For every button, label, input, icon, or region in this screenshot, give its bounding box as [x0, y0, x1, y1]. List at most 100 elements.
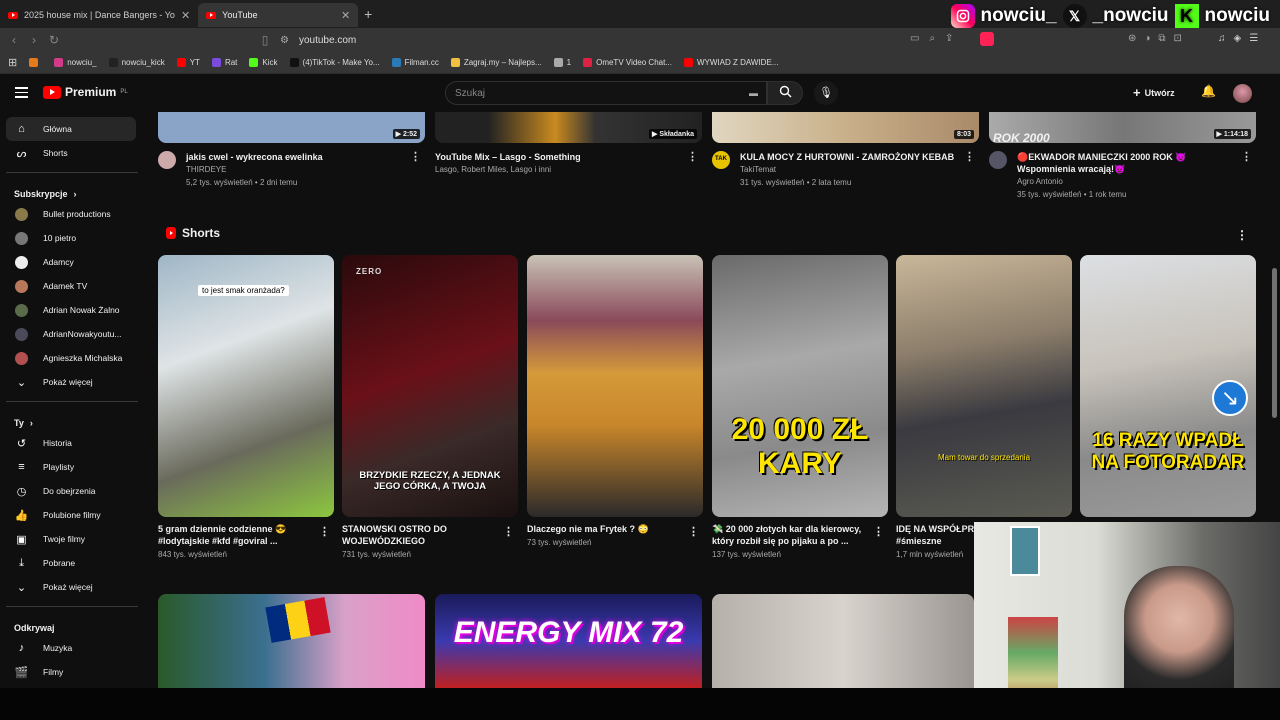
video-title[interactable]: YouTube Mix – Lasgo - Something: [435, 151, 581, 163]
toolbar-menu-icons[interactable]: ♫◈☰: [1218, 33, 1266, 44]
video-card[interactable]: ▶ Składanka YouTube Mix – Lasgo - Someth…: [435, 112, 702, 176]
search-button[interactable]: [767, 81, 803, 105]
bookmark-11[interactable]: WYWIAD Z DAWIDE...: [683, 58, 778, 67]
channel-avatar[interactable]: [158, 151, 176, 169]
bookmark-9[interactable]: 1: [553, 58, 571, 67]
short-card[interactable]: ↘ 16 RAZY WPADŁ NA FOTORADAR: [1080, 255, 1256, 517]
youtube-premium-logo[interactable]: Premium PL: [43, 85, 128, 99]
more-options-icon[interactable]: ⋮: [964, 150, 975, 163]
short-card[interactable]: ZERO BRZYDKIE RZECZY, A JEDNAK JEGO CÓRK…: [342, 255, 518, 559]
video-title[interactable]: jakis cwel - wykrecona ewelinka: [186, 151, 323, 163]
new-tab-icon[interactable]: +: [358, 6, 378, 22]
sidebar-item-home[interactable]: ⌂ Główna: [6, 117, 136, 141]
bookmark-0[interactable]: [29, 58, 42, 67]
channel-name[interactable]: THIRDEYE: [186, 163, 323, 176]
sidebar-item-your-videos[interactable]: ▣ Twoje filmy: [0, 527, 144, 551]
video-card[interactable]: 8:03 TAK KULA MOCY Z HURTOWNI - ZAMROŻON…: [712, 112, 979, 189]
video-thumbnail[interactable]: [712, 594, 974, 688]
bookmark-8[interactable]: Zagraj.my – Najleps...: [450, 58, 542, 67]
menu-icon[interactable]: [15, 87, 28, 101]
short-thumbnail[interactable]: ↘ 16 RAZY WPADŁ NA FOTORADAR: [1080, 255, 1256, 517]
video-thumbnail[interactable]: ENERGY MIX 72: [435, 594, 702, 688]
short-thumbnail[interactable]: to jest smak oranżada?: [158, 255, 334, 517]
bookmark-icon[interactable]: ▯: [255, 33, 275, 47]
video-thumbnail[interactable]: ROK 2000 ▶ 1:14:18: [989, 112, 1256, 143]
video-thumbnail[interactable]: 8:03: [712, 112, 979, 143]
short-title[interactable]: 💸 20 000 złotych kar dla kierowcy, który…: [712, 523, 888, 547]
sidebar-sub-0[interactable]: Bullet productions: [0, 202, 144, 226]
bookmark-5[interactable]: Kick: [249, 58, 278, 67]
more-options-icon[interactable]: ⋮: [688, 525, 699, 538]
notifications-bell-icon[interactable]: 🔔: [1201, 84, 1216, 98]
sidebar-item-films[interactable]: 🎬 Filmy: [0, 660, 144, 684]
sidebar-item-music[interactable]: ♪ Muzyka: [0, 636, 144, 660]
forward-icon[interactable]: ›: [24, 33, 44, 47]
apps-grid-icon[interactable]: ⊞: [8, 56, 17, 69]
more-options-icon[interactable]: ⋮: [410, 150, 421, 163]
site-settings-icon[interactable]: ⚙: [280, 35, 289, 46]
short-title[interactable]: 5 gram dziennie codzienne 😎 #lodytajskie…: [158, 523, 334, 547]
bookmark-1[interactable]: nowciu_: [54, 58, 97, 67]
sidebar-sub-2[interactable]: Adamcy: [0, 250, 144, 274]
you-heading[interactable]: Ty ›: [0, 408, 144, 431]
short-card[interactable]: 20 000 ZŁ KARY 💸 20 000 złotych kar dla …: [712, 255, 888, 559]
bookmark-10[interactable]: OmeTV Video Chat...: [583, 58, 672, 67]
more-options-icon[interactable]: ⋮: [503, 525, 514, 538]
channel-name[interactable]: Agro Antonio: [1017, 175, 1227, 188]
bookmark-6[interactable]: (4)TikTok - Make Yo...: [289, 58, 380, 67]
sidebar-sub-3[interactable]: Adamek TV: [0, 274, 144, 298]
close-tab-icon[interactable]: ✕: [181, 9, 190, 22]
bookmark-2[interactable]: nowciu_kick: [108, 58, 165, 67]
short-title[interactable]: STANOWSKI OSTRO DO WOJEWÓDZKIEGO: [342, 523, 518, 547]
shelf-more-options-icon[interactable]: ⋮: [1236, 228, 1248, 242]
channel-name[interactable]: TakiTemat: [740, 163, 954, 176]
short-thumbnail[interactable]: ZERO BRZYDKIE RZECZY, A JEDNAK JEGO CÓRK…: [342, 255, 518, 517]
keyboard-icon[interactable]: ▬: [749, 88, 758, 98]
sidebar-sub-6[interactable]: Agnieszka Michalska: [0, 346, 144, 370]
channel-avatar[interactable]: TAK: [712, 151, 730, 169]
short-thumbnail[interactable]: Mam towar do sprzedania: [896, 255, 1072, 517]
video-title[interactable]: 🔴EKWADOR MANIECZKI 2000 ROK 👿 Wspomnieni…: [1017, 151, 1227, 175]
more-options-icon[interactable]: ⋮: [319, 525, 330, 538]
sidebar-item-playlists[interactable]: ≡ Playlisty: [0, 455, 144, 479]
sidebar-item-watch-later[interactable]: ◷ Do obejrzenia: [0, 479, 144, 503]
video-thumbnail[interactable]: ▶ 2:52: [158, 112, 425, 143]
short-title[interactable]: Dlaczego nie ma Frytek ? 😳: [527, 523, 703, 535]
short-thumbnail[interactable]: 20 000 ZŁ KARY: [712, 255, 888, 517]
account-avatar[interactable]: [1233, 84, 1252, 103]
page-scrollbar[interactable]: [1272, 268, 1277, 418]
short-card[interactable]: Mam towar do sprzedania IDĘ NA WSPÓŁPRAC…: [896, 255, 1072, 559]
short-card[interactable]: to jest smak oranżada? 5 gram dziennie c…: [158, 255, 334, 559]
bookmark-7[interactable]: Filman.cc: [391, 58, 439, 67]
video-thumbnail[interactable]: ▶ Składanka: [435, 112, 702, 143]
video-title[interactable]: KULA MOCY Z HURTOWNI - ZAMROŻONY KEBAB: [740, 151, 954, 163]
url-field[interactable]: ⚙ youtube.com: [280, 32, 1000, 48]
sidebar-sub-4[interactable]: Adrian Nowak Żalno: [0, 298, 144, 322]
video-card[interactable]: ROK 2000 ▶ 1:14:18 🔴EKWADOR MANIECZKI 200…: [989, 112, 1256, 201]
extension-icons[interactable]: ⊛◑⧉⊡: [1128, 33, 1190, 44]
sidebar-show-more-subs[interactable]: ⌄ Pokaż więcej: [0, 370, 144, 394]
channel-avatar[interactable]: [989, 151, 1007, 169]
voice-search-button[interactable]: 🎙: [814, 81, 838, 105]
sidebar-sub-5[interactable]: AdrianNowakyoutu...: [0, 322, 144, 346]
browser-tab-youtube[interactable]: YouTube ✕: [198, 3, 359, 27]
short-thumbnail[interactable]: [527, 255, 703, 517]
subscriptions-heading[interactable]: Subskrypcje ›: [0, 179, 144, 202]
back-icon[interactable]: ‹: [4, 33, 24, 47]
sidebar-item-shorts[interactable]: ᔕ Shorts: [0, 141, 144, 165]
address-actions-icons[interactable]: ▭⌕⇪: [910, 33, 963, 44]
bookmark-4[interactable]: Rat: [211, 58, 237, 67]
browser-tab-mix[interactable]: 2025 house mix | Dance Bangers - Yo ✕: [0, 3, 198, 27]
video-card[interactable]: ▶ 2:52 jakis cwel - wykrecona ewelinka T…: [158, 112, 425, 189]
sidebar-sub-1[interactable]: 10 pietro: [0, 226, 144, 250]
sidebar-show-more-you[interactable]: ⌄ Pokaż więcej: [0, 575, 144, 599]
reload-icon[interactable]: ↻: [44, 33, 64, 47]
more-options-icon[interactable]: ⋮: [687, 150, 698, 163]
video-thumbnail[interactable]: [158, 594, 425, 688]
sidebar-item-liked[interactable]: 👍 Polubione filmy: [0, 503, 144, 527]
close-tab-icon[interactable]: ✕: [341, 9, 350, 22]
short-card[interactable]: Dlaczego nie ma Frytek ? 😳 73 tys. wyświ…: [527, 255, 703, 547]
create-button[interactable]: + Utwórz: [1133, 85, 1175, 100]
brave-shield-icon[interactable]: [980, 32, 994, 46]
search-input[interactable]: Szukaj ▬: [445, 81, 767, 105]
